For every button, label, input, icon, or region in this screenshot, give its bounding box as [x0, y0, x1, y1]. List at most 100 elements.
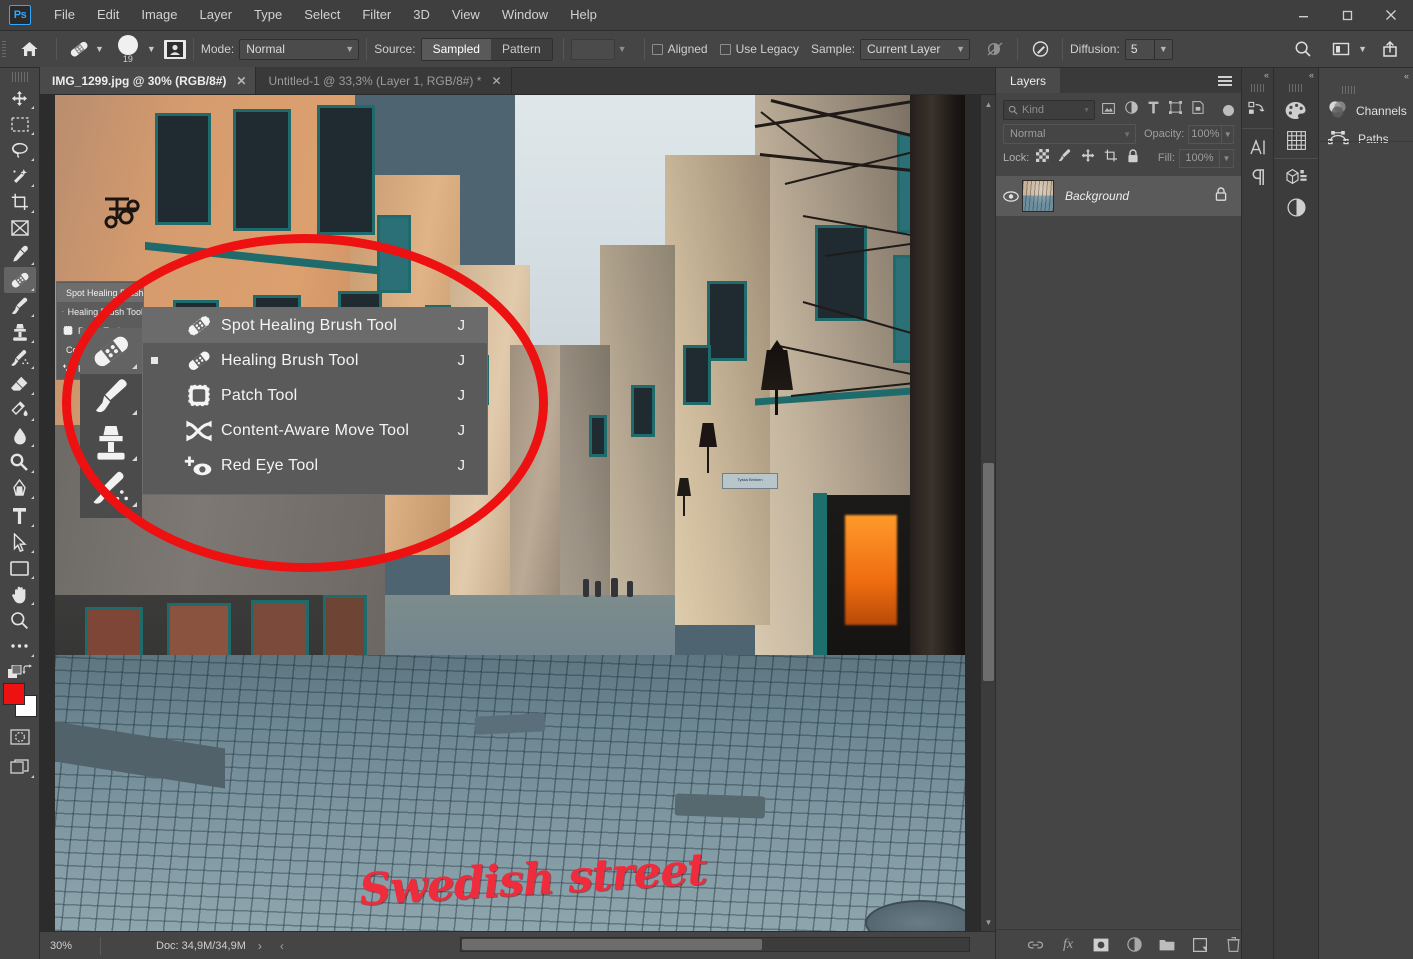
tool-rectangle-tool[interactable] — [4, 555, 36, 581]
layer-style-fx-icon[interactable]: fx — [1060, 936, 1077, 953]
tool-hand-tool[interactable] — [4, 581, 36, 607]
smart-object-filter-icon[interactable] — [1192, 101, 1204, 119]
menu-help[interactable]: Help — [559, 2, 608, 28]
table-row[interactable]: Background — [996, 176, 1241, 216]
aligned-checkbox[interactable]: Aligned — [652, 42, 708, 56]
new-group-icon[interactable] — [1159, 936, 1176, 953]
diffusion-input[interactable]: 5 — [1125, 39, 1155, 60]
new-layer-icon[interactable] — [1192, 936, 1209, 953]
pressure-for-size-icon[interactable] — [1025, 36, 1055, 62]
tool-pen-tool[interactable] — [4, 475, 36, 501]
tool-dodge-tool[interactable] — [4, 449, 36, 475]
menu-view[interactable]: View — [441, 2, 491, 28]
source-pattern-button[interactable]: Pattern — [491, 39, 552, 60]
collapse-panels-icon[interactable]: « — [1319, 68, 1413, 84]
opacity-value[interactable]: 100% — [1188, 125, 1221, 144]
pixel-layers-filter-icon[interactable] — [1102, 101, 1115, 119]
menu-layer[interactable]: Layer — [189, 2, 244, 28]
close-icon[interactable] — [1369, 0, 1413, 31]
menu-filter[interactable]: Filter — [351, 2, 402, 28]
tool-lasso-tool[interactable] — [4, 137, 36, 163]
toolbar-grip[interactable] — [11, 72, 29, 82]
scrollbar-thumb[interactable] — [462, 939, 762, 950]
character-icon[interactable] — [1244, 132, 1272, 162]
new-adjustment-layer-icon[interactable] — [1126, 936, 1143, 953]
flyout-item-healing-brush-tool[interactable]: Healing Brush Tool J — [143, 343, 487, 378]
ignore-adjustment-layers-icon[interactable] — [980, 36, 1010, 62]
lock-image-pixels-icon[interactable] — [1058, 149, 1072, 167]
pattern-stamp-icon[interactable] — [164, 40, 186, 59]
delete-layer-icon[interactable] — [1225, 936, 1242, 953]
collapse-panels-icon[interactable]: « — [1242, 68, 1273, 82]
magnified-tool-brush[interactable] — [80, 374, 142, 420]
magnified-tool-clone-stamp[interactable] — [80, 420, 142, 466]
magnified-tool-healing-brush[interactable] — [80, 328, 142, 374]
flyout-item-patch-tool[interactable]: Patch Tool J — [143, 378, 487, 413]
tool-edit-toolbar[interactable] — [4, 633, 36, 659]
screen-mode-button[interactable] — [4, 754, 36, 780]
document-tab-img1299[interactable]: IMG_1299.jpg @ 30% (RGB/8#) ✕ — [40, 67, 256, 94]
chevron-down-icon[interactable]: ▼ — [1155, 39, 1173, 60]
tool-eraser-tool[interactable] — [4, 371, 36, 397]
lock-all-icon[interactable] — [1127, 149, 1139, 168]
foreground-color-swatch[interactable] — [3, 683, 25, 705]
home-icon[interactable] — [14, 36, 44, 62]
tool-rectangular-marquee-tool[interactable] — [4, 111, 36, 137]
chevron-down-icon[interactable]: ▼ — [1221, 125, 1234, 144]
menu-select[interactable]: Select — [293, 2, 351, 28]
adjustment-layers-filter-icon[interactable] — [1125, 101, 1138, 119]
menu-edit[interactable]: Edit — [86, 2, 130, 28]
chevron-down-icon[interactable]: ▼ — [147, 44, 156, 54]
layer-thumbnail[interactable] — [1022, 180, 1054, 212]
menu-image[interactable]: Image — [130, 2, 188, 28]
healing-brush-icon[interactable] — [64, 36, 94, 62]
tool-eyedropper-tool[interactable] — [4, 241, 36, 267]
flyout-item-red-eye-tool[interactable]: Red Eye Tool J — [143, 448, 487, 483]
tool-blur-tool[interactable] — [4, 423, 36, 449]
tool-brush-tool[interactable] — [4, 293, 36, 319]
panel-tab-channels[interactable]: Channels — [1319, 97, 1413, 125]
fill-value[interactable]: 100% — [1179, 149, 1219, 168]
type-layers-filter-icon[interactable] — [1148, 101, 1159, 119]
tool-crop-tool[interactable] — [4, 189, 36, 215]
layer-blend-mode-select[interactable]: Normal ▼ — [1003, 124, 1136, 144]
tool-clone-stamp-tool[interactable] — [4, 319, 36, 345]
close-icon[interactable]: ✕ — [491, 76, 501, 86]
panel-grip[interactable] — [1341, 86, 1363, 94]
panel-tab-paths[interactable]: Paths — [1319, 125, 1413, 153]
shape-layers-filter-icon[interactable] — [1169, 101, 1182, 119]
chevron-down-icon[interactable]: ▼ — [95, 44, 104, 54]
panel-menu-icon[interactable] — [1218, 76, 1232, 86]
menu-window[interactable]: Window — [491, 2, 559, 28]
menu-3d[interactable]: 3D — [402, 2, 441, 28]
tool-object-selection-tool[interactable] — [4, 163, 36, 189]
lock-transparent-pixels-icon[interactable] — [1036, 149, 1049, 167]
canvas-vertical-scrollbar[interactable]: ▲ ▼ — [980, 95, 995, 931]
tool-gradient-tool[interactable] — [4, 397, 36, 423]
tool-healing-brush-tool[interactable] — [4, 267, 36, 293]
brush-size-preview[interactable]: 19 — [111, 35, 145, 64]
layer-filter-select[interactable]: Kind ▼ — [1003, 100, 1095, 120]
flyout-item-content-aware-move-tool[interactable]: Content-Aware Move Tool J — [143, 413, 487, 448]
rail-grip[interactable] — [1250, 84, 1266, 92]
swatches-icon[interactable] — [1282, 95, 1310, 125]
chevron-down-icon[interactable]: ▼ — [1358, 44, 1367, 54]
layer-name[interactable]: Background — [1065, 189, 1129, 203]
pattern-picker[interactable] — [571, 39, 615, 60]
minimize-icon[interactable] — [1281, 0, 1325, 31]
add-layer-mask-icon[interactable] — [1093, 936, 1110, 953]
tool-move-tool[interactable] — [4, 85, 36, 111]
adjustments-icon[interactable] — [1282, 192, 1310, 222]
layer-visibility-icon[interactable] — [1000, 191, 1022, 202]
link-layers-icon[interactable] — [1027, 936, 1044, 953]
collapse-panels-icon[interactable]: « — [1274, 68, 1318, 82]
tool-path-selection-tool[interactable] — [4, 529, 36, 555]
scroll-up-icon[interactable]: ▲ — [981, 97, 995, 111]
canvas-horizontal-scrollbar[interactable] — [460, 937, 970, 952]
share-icon[interactable] — [1375, 36, 1405, 62]
paragraph-icon[interactable] — [1244, 162, 1272, 192]
use-legacy-checkbox[interactable]: Use Legacy — [720, 42, 799, 56]
workspace-icon[interactable] — [1326, 36, 1356, 62]
menu-file[interactable]: File — [43, 2, 86, 28]
scrollbar-thumb[interactable] — [983, 463, 994, 681]
